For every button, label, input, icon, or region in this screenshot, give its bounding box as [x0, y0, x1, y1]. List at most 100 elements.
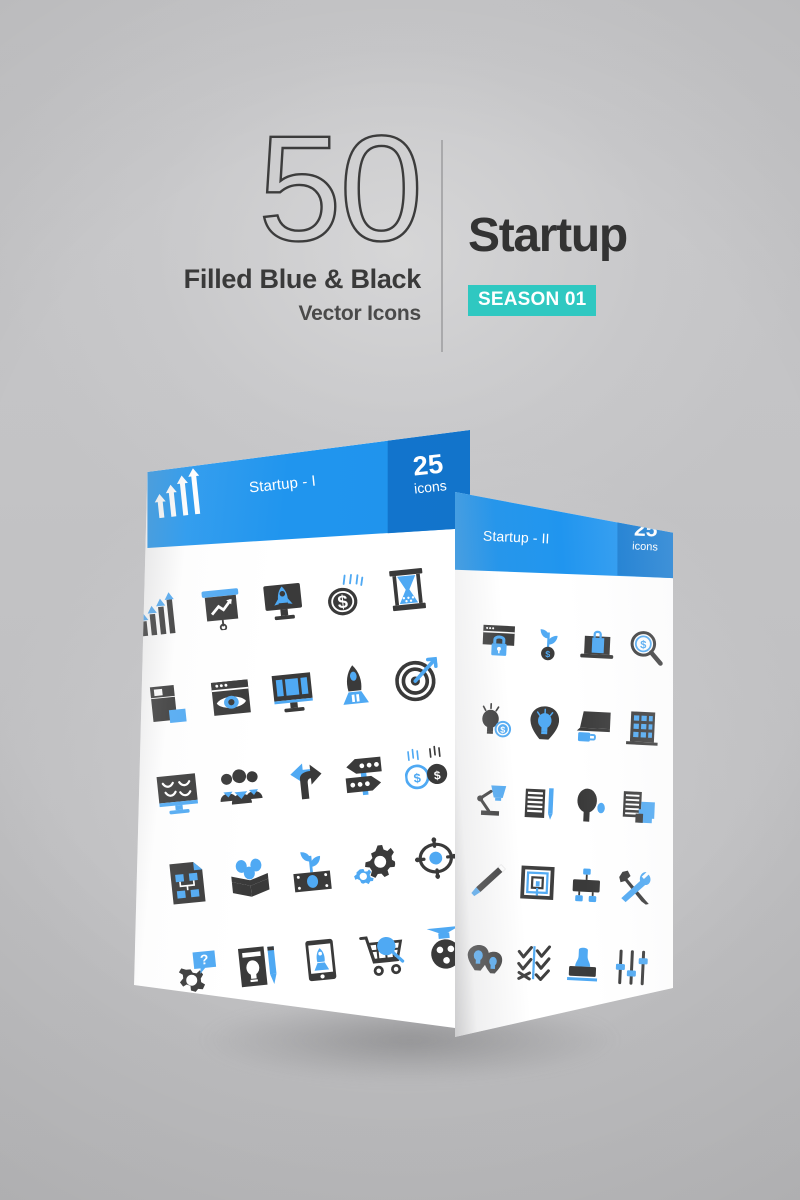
icon-cell[interactable]	[556, 924, 609, 1006]
rocket-monitor-icon	[263, 583, 302, 621]
gear-question-icon: ?	[179, 950, 217, 992]
icon-cell[interactable]	[511, 842, 564, 924]
growth-arrows-icon	[154, 468, 201, 519]
money-plant-icon	[293, 852, 332, 893]
falling-coins-icon: $ $	[404, 745, 447, 790]
svg-text:?: ?	[200, 952, 210, 968]
growth-bar-chart-icon	[139, 592, 176, 637]
icon-cell[interactable]	[473, 599, 526, 681]
icon-cell[interactable]: $ $	[390, 721, 462, 817]
search-dollar-icon: $	[630, 631, 663, 666]
panel-startup-two[interactable]: Startup - II 25 icons $ $ $	[455, 492, 673, 1037]
presentation-chart-icon	[201, 588, 238, 631]
idea-notepad-pencil-icon	[237, 946, 277, 988]
icon-cell[interactable]	[560, 844, 613, 926]
panel-one-icon-count: 25 icons	[388, 448, 470, 500]
icon-cell[interactable]	[204, 739, 276, 835]
dollar-coin-icon: $	[328, 573, 364, 616]
icon-cell[interactable]	[257, 644, 328, 740]
icon-cell[interactable]	[134, 656, 204, 752]
brain-ideas-icon	[467, 944, 502, 974]
brain-idea-icon	[529, 706, 559, 740]
icon-cell[interactable]	[195, 650, 267, 746]
icon-cell[interactable]	[151, 835, 222, 931]
icon-cell[interactable]	[142, 746, 213, 842]
browser-eye-icon	[210, 679, 251, 716]
svg-text:$: $	[337, 591, 349, 613]
panel-two-count-unit: icons	[631, 540, 659, 554]
icon-cell[interactable]	[319, 637, 391, 733]
svg-text:$: $	[639, 639, 647, 651]
icon-cell[interactable]	[214, 829, 286, 925]
icon-cell[interactable]	[458, 919, 511, 1001]
target-arrow-icon	[394, 656, 438, 702]
svg-text:$: $	[413, 770, 422, 786]
panel-two-count-number: 25	[633, 517, 658, 542]
icon-cell[interactable]	[616, 687, 669, 769]
icon-cell[interactable]: $	[469, 679, 522, 761]
icon-cell[interactable]	[372, 542, 444, 638]
panel-two-title: Startup - II	[482, 527, 550, 547]
icon-cell[interactable]	[563, 764, 616, 846]
secure-browser-icon	[482, 624, 515, 656]
icon-cell[interactable]	[338, 816, 410, 912]
icon-cell[interactable]	[134, 567, 195, 663]
desk-lamp-icon	[476, 785, 506, 816]
icon-cell[interactable]: $	[310, 548, 382, 644]
rocket-icon	[343, 665, 370, 705]
monitor-layout-icon	[271, 672, 313, 713]
coin-plant-icon: $	[540, 629, 558, 661]
shopping-cart-search-icon	[359, 936, 405, 976]
laptop-shopping-bag-icon	[579, 630, 613, 659]
svg-text:$: $	[545, 649, 550, 659]
svg-text:$: $	[500, 725, 505, 735]
documents-stack-icon	[622, 791, 655, 824]
panel-one-icon-grid: $ $ $ ?	[134, 542, 470, 1021]
idea-box-icon	[230, 858, 270, 897]
plan-document-icon	[169, 862, 206, 905]
stamp-icon	[566, 947, 597, 982]
icon-cell[interactable]	[507, 921, 560, 1003]
laptop-coffee-icon	[576, 711, 611, 742]
icon-cell[interactable]	[328, 727, 400, 823]
icon-cell[interactable]	[518, 682, 571, 764]
icon-cell[interactable]	[462, 839, 515, 921]
checklist-icon	[516, 945, 551, 981]
icon-cell[interactable]	[612, 766, 665, 848]
brochure-mockup: Startup - I 25 icons $ $ $ ? Startup - I…	[0, 0, 800, 1200]
panel-startup-one[interactable]: Startup - I 25 icons $ $ $ ?	[134, 430, 470, 1030]
icon-cell[interactable]	[247, 554, 318, 650]
settings-sliders-icon	[615, 949, 648, 986]
icon-cell[interactable]	[266, 733, 337, 829]
icon-cell[interactable]	[347, 906, 419, 1002]
icon-cell[interactable]	[608, 846, 661, 928]
signpost-icon	[346, 756, 383, 796]
icon-cell[interactable]: $	[619, 607, 672, 689]
direction-arrows-icon	[290, 763, 322, 800]
team-group-icon	[220, 769, 263, 805]
maze-frame-icon	[519, 865, 555, 901]
archive-box-icon	[150, 684, 187, 724]
icon-cell[interactable]	[570, 604, 623, 686]
icon-cell[interactable]	[276, 823, 347, 919]
gears-icon	[354, 844, 397, 885]
icon-cell[interactable]	[185, 560, 257, 656]
network-monitor-icon	[156, 773, 199, 815]
icon-cell[interactable]	[567, 684, 620, 766]
icon-cell[interactable]	[465, 759, 518, 841]
icon-cell[interactable]: $	[522, 602, 575, 684]
target-focus-icon	[414, 837, 457, 879]
tools-wrench-icon	[618, 870, 650, 905]
icon-cell[interactable]	[381, 631, 453, 727]
network-diagram-icon	[572, 868, 600, 903]
idea-money-icon: $	[481, 702, 511, 738]
icon-cell[interactable]	[514, 762, 567, 844]
notes-pen-icon	[524, 788, 554, 820]
mobile-rocket-icon	[305, 938, 337, 982]
panel-two-icon-grid: $ $ $	[458, 599, 672, 1008]
panel-two-icon-count: 25 icons	[617, 517, 673, 555]
office-building-icon	[625, 711, 658, 746]
icon-cell[interactable]	[285, 912, 356, 1008]
paddle-magnifier-icon	[576, 788, 605, 822]
marker-pen-icon	[470, 864, 505, 897]
